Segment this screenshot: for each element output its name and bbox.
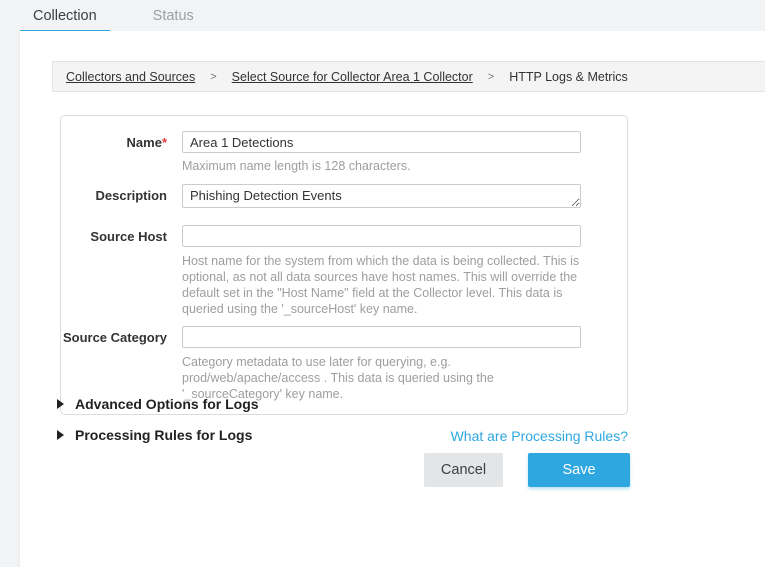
source-category-row: Source Category Category metadata to use… [61, 326, 627, 402]
breadcrumb-separator: > [488, 71, 494, 83]
tab-status-label: Status [153, 8, 194, 24]
source-category-input[interactable] [182, 326, 581, 348]
save-button[interactable]: Save [528, 453, 630, 487]
source-category-label: Source Category [61, 326, 182, 402]
breadcrumb-collectors-and-sources[interactable]: Collectors and Sources [66, 70, 195, 84]
source-config-form: Name* Maximum name length is 128 charact… [60, 115, 628, 415]
advanced-options-section-toggle[interactable]: Advanced Options for Logs [57, 396, 259, 412]
required-asterisk: * [162, 135, 167, 150]
source-host-input[interactable] [182, 225, 581, 247]
breadcrumb-select-source[interactable]: Select Source for Collector Area 1 Colle… [232, 70, 473, 84]
cancel-button[interactable]: Cancel [424, 453, 503, 487]
description-label: Description [61, 184, 182, 213]
description-textarea[interactable]: Phishing Detection Events [182, 184, 581, 208]
content-panel: Collectors and Sources > Select Source f… [20, 31, 765, 567]
description-row: Description Phishing Detection Events [61, 184, 627, 213]
processing-rules-section-toggle[interactable]: Processing Rules for Logs [57, 427, 252, 443]
form-actions: Cancel Save [424, 453, 630, 487]
breadcrumb-separator: > [210, 71, 216, 83]
source-host-helper-text: Host name for the system from which the … [182, 253, 580, 317]
name-input[interactable] [182, 131, 581, 153]
source-host-label: Source Host [61, 225, 182, 317]
processing-rules-label: Processing Rules for Logs [75, 427, 252, 443]
breadcrumb: Collectors and Sources > Select Source f… [52, 61, 765, 92]
tab-collection[interactable]: Collection [20, 0, 110, 31]
tab-status[interactable]: Status [140, 0, 207, 31]
source-host-row: Source Host Host name for the system fro… [61, 225, 627, 317]
name-label: Name* [61, 131, 182, 174]
name-row: Name* Maximum name length is 128 charact… [61, 131, 627, 174]
source-category-helper-text: Category metadata to use later for query… [182, 354, 580, 402]
tab-bar: Collection Status [20, 0, 207, 31]
name-helper-text: Maximum name length is 128 characters. [182, 158, 580, 174]
breadcrumb-current-page: HTTP Logs & Metrics [509, 70, 628, 84]
tab-collection-label: Collection [33, 8, 97, 24]
collapsed-caret-icon [57, 399, 64, 409]
advanced-options-label: Advanced Options for Logs [75, 396, 259, 412]
what-are-processing-rules-link[interactable]: What are Processing Rules? [451, 428, 628, 444]
collapsed-caret-icon [57, 430, 64, 440]
